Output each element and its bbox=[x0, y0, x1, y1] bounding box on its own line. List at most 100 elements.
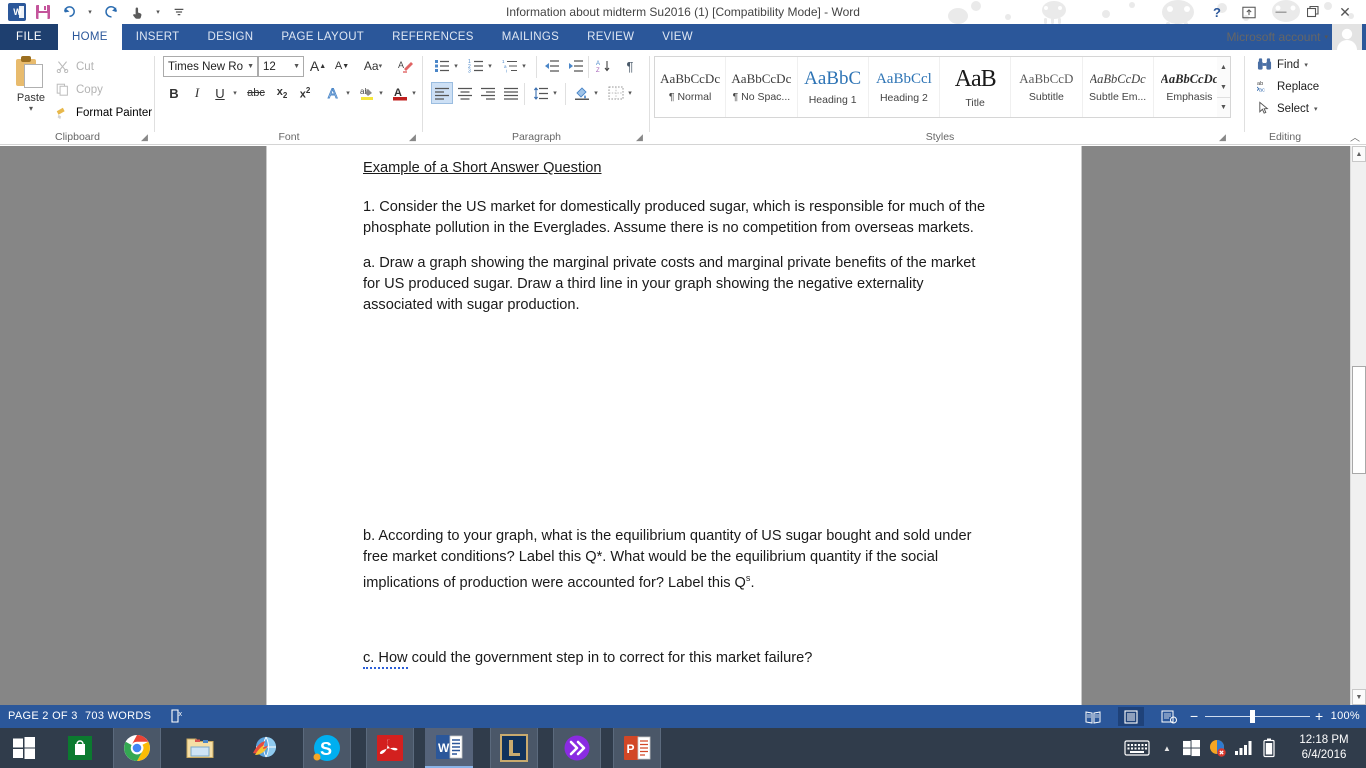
increase-indent-icon[interactable] bbox=[565, 55, 587, 77]
align-left-icon[interactable] bbox=[431, 82, 453, 104]
zoom-level-label[interactable]: 100% bbox=[1331, 705, 1360, 728]
select-dropdown-icon[interactable]: ▾ bbox=[1314, 105, 1318, 113]
line-spacing-dropdown-icon[interactable]: ▾ bbox=[549, 82, 561, 104]
start-button[interactable] bbox=[0, 728, 48, 768]
styles-scroll-up-icon[interactable]: ▲ bbox=[1217, 57, 1230, 77]
signal-bars-icon[interactable] bbox=[1230, 728, 1256, 768]
account-menu[interactable]: Microsoft account ▾ bbox=[1226, 26, 1328, 48]
sort-icon[interactable]: AZ bbox=[593, 55, 615, 77]
skype-button[interactable]: S bbox=[303, 728, 351, 768]
change-case-button[interactable]: Aa ▾ bbox=[358, 55, 388, 77]
numbering-dropdown-icon[interactable]: ▾ bbox=[484, 55, 496, 77]
show-hidden-icons-button[interactable]: ▲ bbox=[1156, 728, 1178, 768]
text-effects-dropdown-icon[interactable]: ▾ bbox=[342, 82, 354, 104]
league-of-legends-button[interactable] bbox=[490, 728, 538, 768]
tab-page-layout[interactable]: PAGE LAYOUT bbox=[267, 24, 378, 50]
highlight-dropdown-icon[interactable]: ▾ bbox=[375, 82, 387, 104]
borders-dropdown-icon[interactable]: ▾ bbox=[624, 82, 636, 104]
microsoft-store-button[interactable] bbox=[56, 728, 104, 768]
style-heading-1[interactable]: AaBbC Heading 1 bbox=[798, 57, 869, 117]
align-right-icon[interactable] bbox=[477, 82, 499, 104]
clock[interactable]: 12:18 PM 6/4/2016 bbox=[1282, 728, 1366, 768]
adobe-reader-button[interactable] bbox=[366, 728, 414, 768]
font-size-dropdown-icon[interactable]: ▼ bbox=[293, 63, 300, 70]
style-subtitle[interactable]: AaBbCcD Subtitle bbox=[1011, 57, 1083, 117]
restore-button[interactable] bbox=[1298, 1, 1328, 23]
paste-dropdown-icon[interactable]: ▾ bbox=[29, 105, 33, 113]
clipboard-dialog-launcher[interactable]: ◢ bbox=[141, 132, 151, 142]
tab-home[interactable]: HOME bbox=[58, 24, 122, 50]
style-subtle-emphasis[interactable]: AaBbCcDc Subtle Em... bbox=[1083, 57, 1154, 117]
clear-formatting-icon[interactable]: A bbox=[395, 55, 417, 77]
close-button[interactable]: ✕ bbox=[1330, 1, 1360, 23]
google-chrome-button[interactable] bbox=[113, 728, 161, 768]
copy-button[interactable]: Copy bbox=[52, 79, 103, 100]
internet-app-button[interactable] bbox=[240, 728, 288, 768]
proofing-errors-icon[interactable]: x bbox=[170, 705, 186, 728]
find-button[interactable]: Find ▾ bbox=[1257, 54, 1308, 76]
scroll-down-icon[interactable]: ▼ bbox=[1352, 689, 1366, 705]
tab-file[interactable]: FILE bbox=[0, 24, 58, 50]
shrink-font-button[interactable]: A ▼ bbox=[331, 55, 353, 77]
windows-flag-icon[interactable] bbox=[1178, 728, 1204, 768]
ribbon-display-options-icon[interactable] bbox=[1234, 1, 1264, 23]
justify-icon[interactable] bbox=[500, 82, 522, 104]
subscript-button[interactable]: x2 bbox=[271, 82, 293, 104]
italic-button[interactable]: I bbox=[186, 82, 208, 104]
underline-button[interactable]: U bbox=[209, 82, 231, 104]
microsoft-powerpoint-button[interactable]: P bbox=[613, 728, 661, 768]
styles-more-icon[interactable]: ▼ bbox=[1217, 97, 1230, 117]
font-name-dropdown-icon[interactable]: ▼ bbox=[247, 63, 254, 70]
underline-dropdown-icon[interactable]: ▾ bbox=[229, 82, 241, 104]
battery-icon[interactable] bbox=[1256, 728, 1282, 768]
style-emphasis[interactable]: AaBbCcDc Emphasis bbox=[1154, 57, 1225, 117]
font-dialog-launcher[interactable]: ◢ bbox=[409, 132, 419, 142]
action-center-alert-icon[interactable] bbox=[1204, 728, 1230, 768]
paragraph-dialog-launcher[interactable]: ◢ bbox=[636, 132, 646, 142]
format-painter-button[interactable]: Format Painter bbox=[52, 102, 152, 123]
web-layout-button[interactable] bbox=[1156, 707, 1182, 726]
decrease-indent-icon[interactable] bbox=[541, 55, 563, 77]
help-icon[interactable]: ? bbox=[1202, 1, 1232, 23]
align-center-icon[interactable] bbox=[454, 82, 476, 104]
read-mode-button[interactable] bbox=[1080, 707, 1106, 726]
shading-dropdown-icon[interactable]: ▾ bbox=[590, 82, 602, 104]
superscript-button[interactable]: x2 bbox=[294, 82, 316, 104]
scroll-up-icon[interactable]: ▲ bbox=[1352, 146, 1366, 162]
paste-button[interactable]: Paste ▾ bbox=[8, 54, 54, 122]
zoom-slider-thumb[interactable] bbox=[1250, 710, 1255, 723]
document-page[interactable]: Example of a Short Answer Question 1. Co… bbox=[266, 146, 1082, 705]
cut-button[interactable]: Cut bbox=[52, 56, 94, 77]
styles-gallery-scrollbar[interactable]: ▲ ▼ ▼ bbox=[1217, 56, 1231, 118]
zoom-out-button[interactable]: − bbox=[1190, 705, 1198, 728]
print-layout-button[interactable] bbox=[1118, 707, 1144, 726]
styles-scroll-down-icon[interactable]: ▼ bbox=[1217, 77, 1230, 97]
show-formatting-marks-button[interactable]: ¶ bbox=[619, 55, 641, 77]
multilevel-dropdown-icon[interactable]: ▾ bbox=[518, 55, 530, 77]
avatar[interactable] bbox=[1332, 24, 1362, 50]
select-button[interactable]: Select ▾ bbox=[1257, 98, 1317, 120]
style-normal[interactable]: AaBbCcDc ¶ Normal bbox=[655, 57, 727, 117]
vertical-scrollbar[interactable]: ▲ ▼ bbox=[1350, 146, 1366, 705]
replace-button[interactable]: ab ac Replace bbox=[1256, 76, 1319, 98]
font-size-box[interactable]: 12 ▼ bbox=[258, 56, 304, 77]
page-indicator[interactable]: PAGE 2 OF 3 bbox=[8, 705, 78, 728]
bullets-dropdown-icon[interactable]: ▾ bbox=[450, 55, 462, 77]
style-no-spacing[interactable]: AaBbCcDc ¶ No Spac... bbox=[726, 57, 798, 117]
tab-mailings[interactable]: MAILINGS bbox=[488, 24, 573, 50]
word-count[interactable]: 703 WORDS bbox=[85, 705, 151, 728]
zoom-slider-track[interactable] bbox=[1205, 716, 1310, 717]
style-title[interactable]: AaB Title bbox=[940, 57, 1012, 117]
minimize-button[interactable]: — bbox=[1266, 1, 1296, 23]
document-text-body[interactable]: Example of a Short Answer Question 1. Co… bbox=[363, 158, 995, 683]
grow-font-button[interactable]: A ▲ bbox=[307, 55, 329, 77]
strikethrough-button[interactable]: abc bbox=[243, 82, 269, 104]
bold-button[interactable]: B bbox=[163, 82, 185, 104]
font-name-box[interactable]: Times New Ro ▼ bbox=[163, 56, 258, 77]
style-heading-2[interactable]: AaBbCcl Heading 2 bbox=[869, 57, 940, 117]
tab-design[interactable]: DESIGN bbox=[193, 24, 267, 50]
tab-review[interactable]: REVIEW bbox=[573, 24, 648, 50]
tab-view[interactable]: VIEW bbox=[648, 24, 707, 50]
scrollbar-thumb[interactable] bbox=[1352, 366, 1366, 474]
file-explorer-button[interactable] bbox=[176, 728, 224, 768]
